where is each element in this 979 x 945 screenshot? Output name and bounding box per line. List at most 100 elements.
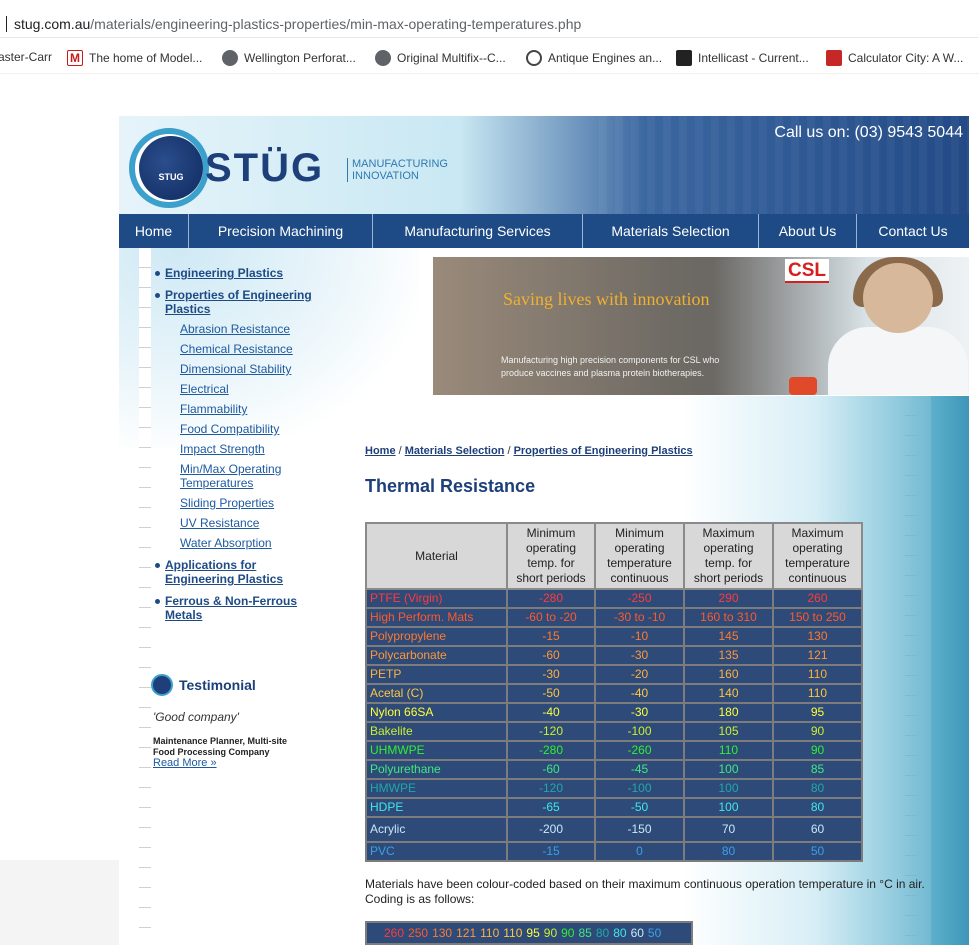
sidebar-sub-sliding[interactable]: Sliding Properties [180,496,274,510]
table-cell-max-cont: 95 [772,702,863,723]
logo-mark[interactable] [139,136,203,200]
table-cell-material: PTFE (Virgin) [365,588,508,609]
testimonial-title: Testimonial [179,677,256,693]
breadcrumb-home[interactable]: Home [365,445,396,457]
nav-home[interactable]: Home [119,214,189,248]
hero-banner[interactable]: Saving lives with innovation Manufacturi… [433,257,969,395]
logo-tagline: MANUFACTURING INNOVATION [347,158,457,182]
legend-value: 90 [543,926,558,940]
sidebar-sub-dimensional[interactable]: Dimensional Stability [180,362,291,376]
sidebar-metals[interactable]: Ferrous & Non-Ferrous Metals [165,594,297,622]
bookmark-calculator-city[interactable]: Calculator City: A W... [826,50,963,66]
sidebar-ruler [139,248,151,945]
table-cell-min-short: -15 [506,841,596,862]
table-cell-material: Polypropylene [365,626,508,647]
address-bar[interactable]: stug.com.au/materials/engineering-plasti… [0,0,979,38]
read-more-link[interactable]: Read More » [153,757,217,769]
logo-small-text: STUG [158,172,184,182]
sidebar-properties[interactable]: Properties of Engineering Plastics [165,288,312,316]
table-cell-min-cont: -20 [594,664,685,685]
bookmark-wellington[interactable]: Wellington Perforat... [222,50,356,66]
table-body: PTFE (Virgin) -280 -250 290 260 High Perform.… [365,588,863,862]
table-row: Nylon 66SA -40 -30 180 95 [365,702,863,723]
main-nav: Home Precision Machining Manufacturing S… [119,214,969,248]
legend-value: 50 [647,926,662,940]
table-row: Polycarbonate -60 -30 135 121 [365,645,863,666]
nav-about-us[interactable]: About Us [759,214,857,248]
bookmark-intellicast[interactable]: Intellicast - Current... [676,50,809,66]
table-cell-min-cont: -45 [594,759,685,780]
header-material: Material [365,522,508,590]
testimonial-icon [151,674,173,696]
sidebar-applications[interactable]: Applications for Engineering Plastics [165,558,283,586]
table-row: Acrylic -200 -150 70 60 [365,816,863,843]
table-cell-min-short: -200 [506,816,596,843]
sidebar-sub-impact[interactable]: Impact Strength [180,442,265,456]
nav-precision-machining[interactable]: Precision Machining [189,214,373,248]
testimonial-author: Maintenance Planner, Multi-site Food Proc… [153,736,288,757]
legend-value: 95 [526,926,540,940]
nav-contact-us[interactable]: Contact Us [857,214,969,248]
banner-headline: Saving lives with innovation [503,289,710,309]
table-row: PETP -30 -20 160 110 [365,664,863,685]
table-cell-max-cont: 150 to 250 [772,607,863,628]
url-text[interactable]: stug.com.au/materials/engineering-plasti… [14,16,581,32]
table-cell-max-cont: 110 [772,683,863,704]
table-cell-min-short: -120 [506,721,596,742]
nav-manufacturing-services[interactable]: Manufacturing Services [373,214,583,248]
sidebar-sub-minmax[interactable]: Min/Max Operating Temperatures [180,462,281,490]
csl-logo: CSL [785,259,829,283]
table-cell-material: Nylon 66SA [365,702,508,723]
breadcrumb-properties[interactable]: Properties of Engineering Plastics [514,445,693,457]
site-header: STUG STÜG MANUFACTURING INNOVATION Call u… [119,116,969,214]
table-cell-min-short: -15 [506,626,596,647]
table-cell-min-cont: -100 [594,778,685,799]
table-cell-max-cont: 90 [772,721,863,742]
sidebar-sub-uv[interactable]: UV Resistance [180,516,259,530]
table-cell-material: Acrylic [365,816,508,843]
table-cell-material: PVC [365,841,508,862]
sidebar-sub-chemical[interactable]: Chemical Resistance [180,342,293,356]
globe-icon [222,50,238,66]
table-cell-max-short: 180 [683,702,774,723]
table-row: HMWPE -120 -100 100 80 [365,778,863,799]
table-row: Bakelite -120 -100 105 90 [365,721,863,742]
table-row: Polyurethane -60 -45 100 85 [365,759,863,780]
sidebar-sub-flammability[interactable]: Flammability [180,402,247,416]
sidebar-sub-food[interactable]: Food Compatibility [180,422,279,436]
logo-wordmark[interactable]: STÜG [205,146,324,191]
bookmark-antique-engines[interactable]: Antique Engines an... [526,50,662,66]
sidebar-engineering-plastics[interactable]: Engineering Plastics [165,266,283,280]
legend-value: 110 [480,926,500,940]
table-cell-max-short: 140 [683,683,774,704]
bookmark-mcmaster[interactable]: aster-Carr [0,50,52,64]
globe-icon [375,50,391,66]
sidebar-sub-water[interactable]: Water Absorption [180,536,272,550]
table-cell-min-cont: -10 [594,626,685,647]
table-cell-material: Polycarbonate [365,645,508,666]
table-cell-max-short: 110 [683,740,774,761]
scientist-image [828,327,968,395]
banner-subtext: Manufacturing high precision components … [501,355,720,378]
table-cell-min-short: -280 [506,588,596,609]
legend-value: 85 [578,926,592,940]
table-cell-max-short: 100 [683,759,774,780]
breadcrumb-materials[interactable]: Materials Selection [405,445,505,457]
table-cell-max-short: 105 [683,721,774,742]
bookmark-multifix[interactable]: Original Multifix--C... [375,50,506,66]
weather-icon [676,50,692,66]
table-cell-min-short: -50 [506,683,596,704]
nav-materials-selection[interactable]: Materials Selection [583,214,759,248]
bookmark-model-engineer[interactable]: M The home of Model... [67,50,202,66]
sidebar-sub-electrical[interactable]: Electrical [180,382,229,396]
sidebar-sub-abrasion[interactable]: Abrasion Resistance [180,322,290,336]
table-cell-max-cont: 260 [772,588,863,609]
table-cell-max-cont: 85 [772,759,863,780]
legend-value: 121 [456,926,477,940]
table-cell-max-short: 100 [683,778,774,799]
m-logo-icon: M [67,50,83,66]
table-row: PVC -15 0 80 50 [365,841,863,862]
calculator-icon [826,50,842,66]
table-cell-max-short: 80 [683,841,774,862]
table-row: UHMWPE -280 -260 110 90 [365,740,863,761]
